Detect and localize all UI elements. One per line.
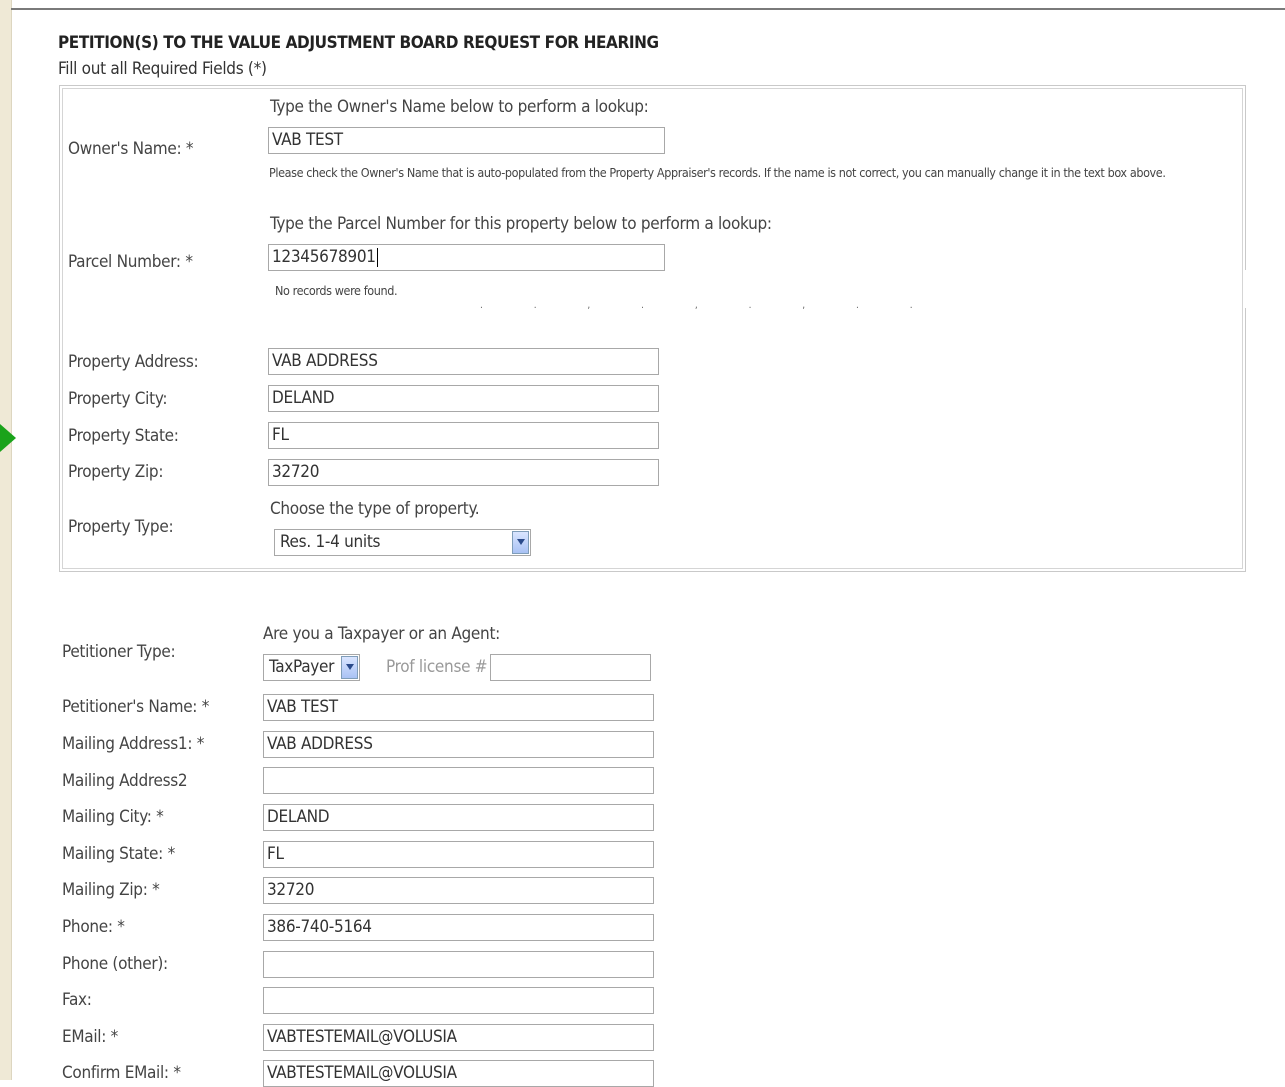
mailing-address2-input[interactable] [263, 767, 654, 794]
property-zip-label: Property Zip: [68, 462, 164, 482]
petitioner-type-value: TaxPayer [269, 657, 335, 677]
property-city-label: Property City: [68, 389, 168, 409]
petitioner-type-label: Petitioner Type: [62, 642, 176, 662]
parcel-lookup-status: No records were found. [275, 283, 398, 298]
email-input[interactable]: VABTESTEMAIL@VOLUSIA [263, 1024, 654, 1051]
petitioner-type-select[interactable]: TaxPayer [263, 654, 360, 681]
property-state-input[interactable]: FL [268, 422, 659, 449]
owner-hint: Type the Owner's Name below to perform a… [270, 97, 649, 117]
mailing-zip-input[interactable]: 32720 [263, 877, 654, 904]
property-zip-input[interactable]: 32720 [268, 459, 659, 486]
phone-other-label: Phone (other): [62, 954, 168, 974]
property-type-label: Property Type: [68, 517, 174, 537]
mailing-state-input[interactable]: FL [263, 841, 654, 868]
petitioner-type-hint: Are you a Taxpayer or an Agent: [263, 624, 500, 644]
page-title: PETITION(S) TO THE VALUE ADJUSTMENT BOAR… [58, 33, 659, 53]
mailing-address2-label: Mailing Address2 [62, 771, 188, 791]
mailing-city-input[interactable]: DELAND [263, 804, 654, 831]
left-sidebar-strip [0, 0, 12, 1080]
mailing-state-label: Mailing State: * [62, 844, 175, 864]
chevron-down-icon[interactable] [341, 656, 358, 679]
mailing-address1-input[interactable]: VAB ADDRESS [263, 731, 654, 758]
mailing-address1-label: Mailing Address1: * [62, 734, 205, 754]
fax-input[interactable] [263, 987, 654, 1014]
top-divider [11, 8, 1285, 10]
confirm-email-input[interactable]: VABTESTEMAIL@VOLUSIA [263, 1060, 654, 1087]
lookup-results-dots: . . , . , . , . . [480, 300, 937, 311]
property-type-hint: Choose the type of property. [270, 499, 480, 519]
phone-other-input[interactable] [263, 951, 654, 978]
parcel-number-input[interactable]: 12345678901 [268, 244, 665, 271]
phone-input[interactable]: 386-740-5164 [263, 914, 654, 941]
property-city-input[interactable]: DELAND [268, 385, 659, 412]
parcel-number-label: Parcel Number: * [68, 252, 193, 272]
property-address-input[interactable]: VAB ADDRESS [268, 348, 659, 375]
property-type-value: Res. 1-4 units [280, 532, 381, 552]
property-address-label: Property Address: [68, 352, 199, 372]
owner-name-input[interactable]: VAB TEST [268, 127, 665, 154]
property-state-label: Property State: [68, 426, 179, 446]
email-label: EMail: * [62, 1027, 118, 1047]
phone-label: Phone: * [62, 917, 125, 937]
mailing-zip-label: Mailing Zip: * [62, 880, 160, 900]
petitioner-name-input[interactable]: VAB TEST [263, 694, 654, 721]
property-panel [59, 85, 1246, 572]
confirm-email-label: Confirm EMail: * [62, 1063, 181, 1083]
owner-name-note: Please check the Owner's Name that is au… [269, 165, 1166, 180]
fax-label: Fax: [62, 990, 92, 1010]
owner-name-label: Owner's Name: * [68, 139, 194, 159]
panel-gap [1244, 270, 1246, 308]
parcel-number-value: 12345678901 [272, 247, 376, 267]
property-type-select[interactable]: Res. 1-4 units [274, 529, 531, 556]
mailing-city-label: Mailing City: * [62, 807, 164, 827]
prof-license-input[interactable] [490, 654, 651, 681]
parcel-hint: Type the Parcel Number for this property… [270, 214, 772, 234]
text-cursor [376, 247, 378, 267]
prof-license-label: Prof license # [386, 657, 488, 677]
petitioner-name-label: Petitioner's Name: * [62, 697, 210, 717]
pointer-arrow-icon [0, 424, 16, 452]
page-subtitle: Fill out all Required Fields (*) [58, 59, 267, 79]
chevron-down-icon[interactable] [512, 531, 529, 554]
